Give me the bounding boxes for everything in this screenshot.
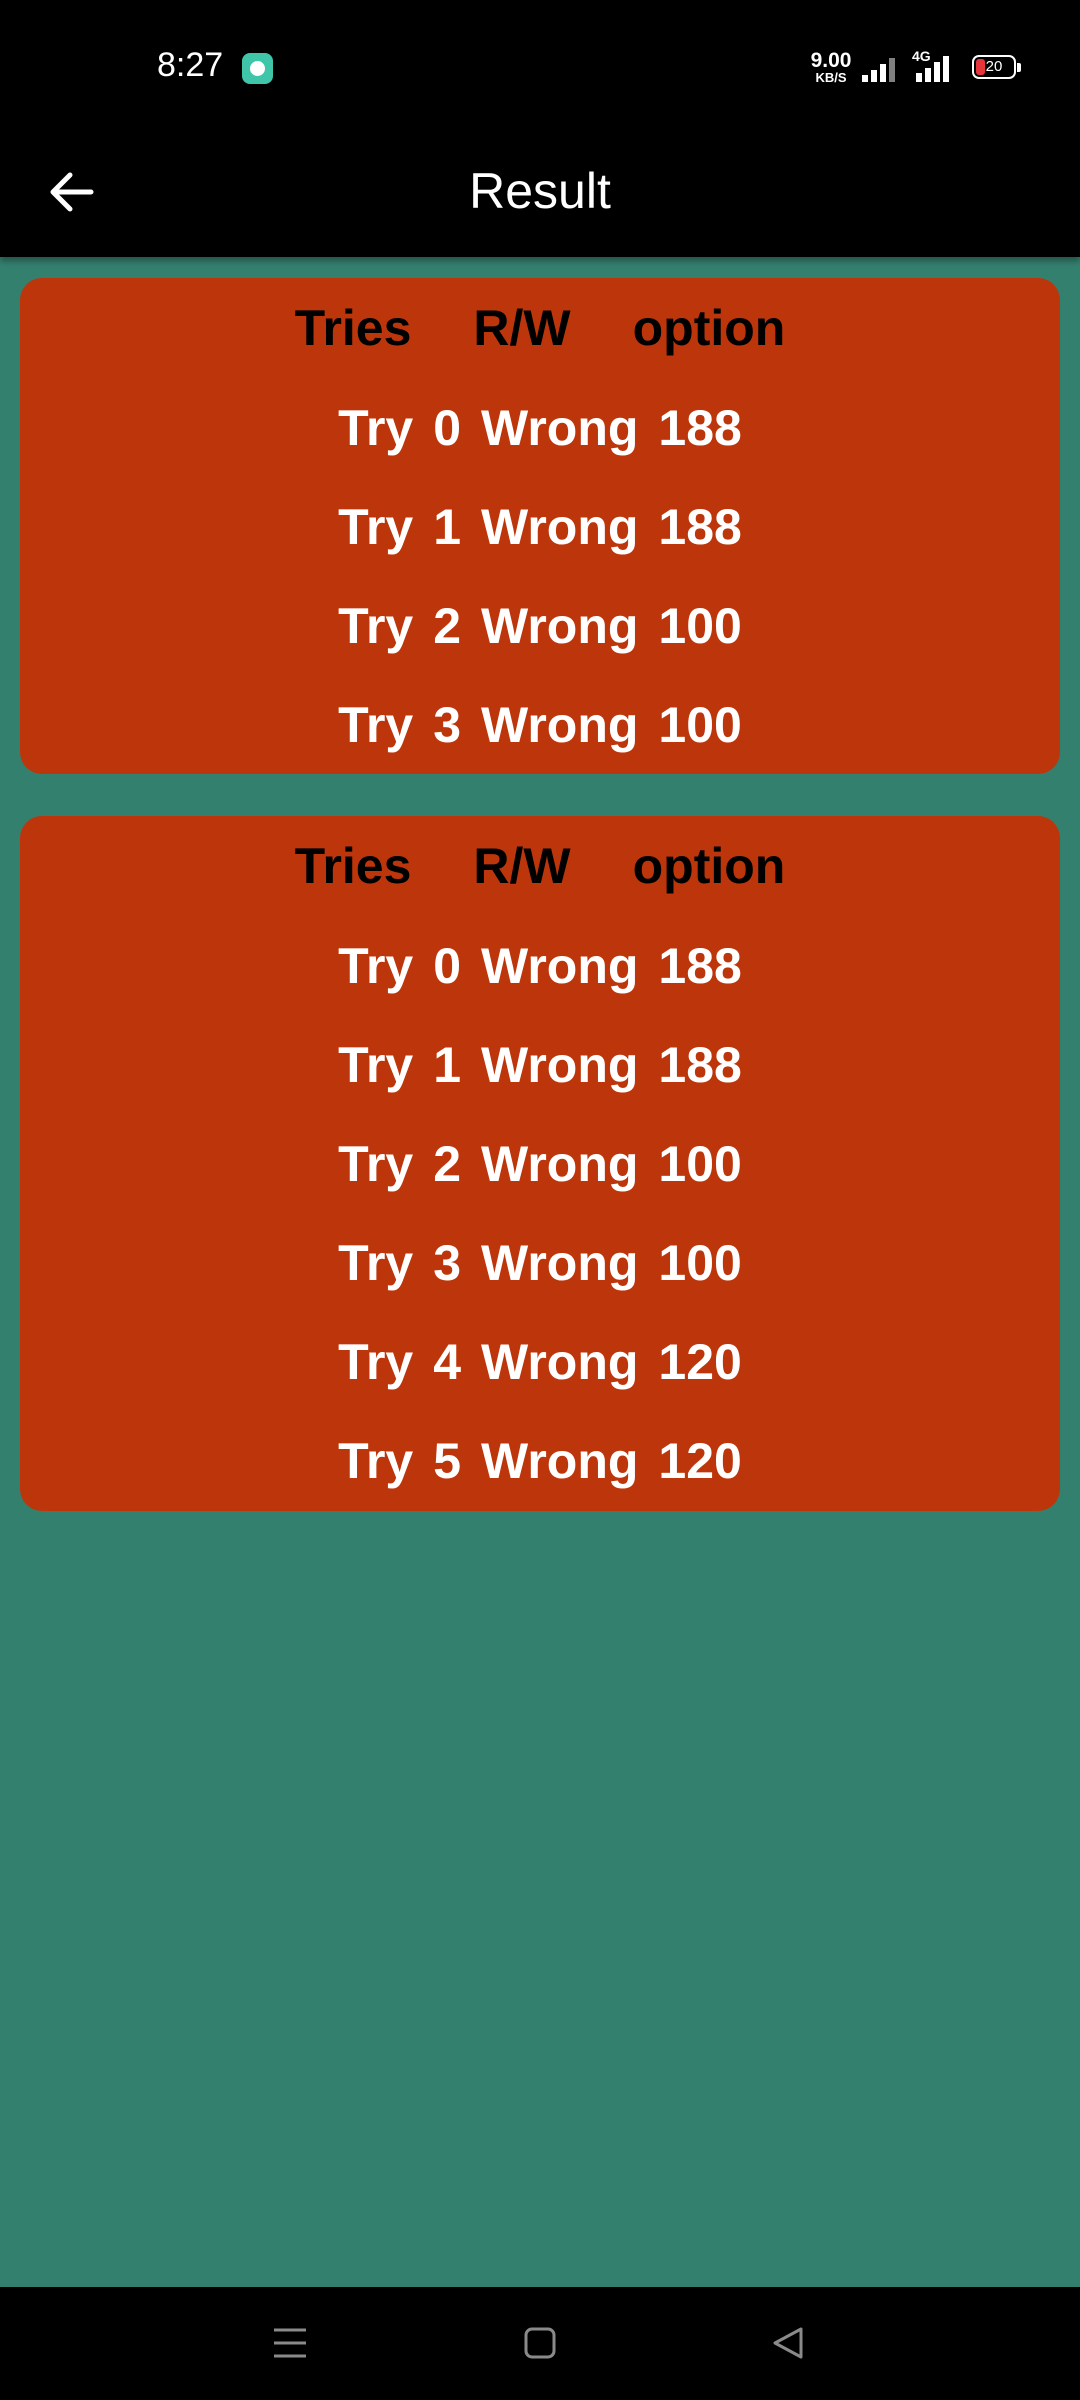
try-number: 0	[433, 400, 462, 456]
try-row: Try 3 Wrong 100	[20, 675, 1060, 775]
try-number: 0	[433, 938, 462, 994]
option-value: 100	[658, 1235, 742, 1291]
mobile-data-signal-icon: 4G	[912, 48, 949, 82]
try-row: Try 5 Wrong 120	[20, 1411, 1060, 1511]
try-number: 3	[433, 697, 462, 753]
result-label: Wrong	[481, 1235, 639, 1291]
recent-apps-button[interactable]	[260, 2313, 320, 2373]
system-back-button[interactable]	[758, 2313, 818, 2373]
try-row: Try 1 Wrong 188	[20, 1015, 1060, 1115]
result-card: Tries R/W option Try 0 Wrong 188 Try 1 Wrong 188…	[20, 278, 1060, 774]
try-row: Try 2 Wrong 100	[20, 1114, 1060, 1214]
try-row: Try 2 Wrong 100	[20, 576, 1060, 676]
header-rw: R/W	[473, 300, 571, 356]
result-label: Wrong	[481, 1037, 639, 1093]
menu-icon	[274, 2328, 306, 2358]
home-icon	[524, 2327, 556, 2359]
network-speed-value: 9.00	[810, 49, 852, 72]
signal-strength-icon	[862, 54, 898, 82]
chat-app-notification-icon	[242, 53, 273, 84]
header-tries: Tries	[294, 300, 412, 356]
result-label: Wrong	[481, 938, 639, 994]
result-label: Wrong	[481, 1433, 639, 1489]
try-row: Try 4 Wrong 120	[20, 1312, 1060, 1412]
try-row: Try 0 Wrong 188	[20, 378, 1060, 478]
header-rw: R/W	[473, 838, 571, 894]
try-label: Try	[338, 1235, 414, 1291]
network-speed-unit: KB/S	[815, 70, 847, 85]
try-number: 1	[433, 499, 462, 555]
result-label: Wrong	[481, 697, 639, 753]
try-label: Try	[338, 1433, 414, 1489]
try-number: 2	[433, 1136, 462, 1192]
try-label: Try	[338, 938, 414, 994]
result-screen: 8:27 9.00 KB/S 4G 20 Result Tries R/W op…	[0, 0, 1080, 2400]
result-label: Wrong	[481, 598, 639, 654]
card-header-row: Tries R/W option	[20, 816, 1060, 916]
option-value: 120	[658, 1334, 742, 1390]
try-number: 5	[433, 1433, 462, 1489]
try-label: Try	[338, 697, 414, 753]
card-header-row: Tries R/W option	[20, 278, 1060, 378]
result-label: Wrong	[481, 1334, 639, 1390]
option-value: 188	[658, 400, 742, 456]
try-row: Try 1 Wrong 188	[20, 477, 1060, 577]
try-number: 3	[433, 1235, 462, 1291]
home-button[interactable]	[510, 2313, 570, 2373]
option-value: 188	[658, 499, 742, 555]
app-bar: Result	[0, 134, 1080, 257]
option-value: 120	[658, 1433, 742, 1489]
header-option: option	[632, 300, 786, 356]
status-bar: 8:27 9.00 KB/S 4G 20	[0, 0, 1080, 134]
try-row: Try 3 Wrong 100	[20, 1213, 1060, 1313]
network-speed: 9.00 KB/S	[806, 50, 856, 84]
option-value: 100	[658, 697, 742, 753]
result-card: Tries R/W option Try 0 Wrong 188 Try 1 Wrong 188…	[20, 816, 1060, 1511]
network-type: 4G	[912, 48, 931, 64]
battery-icon: 20	[972, 55, 1021, 79]
try-label: Try	[338, 1136, 414, 1192]
try-label: Try	[338, 1334, 414, 1390]
battery-level: 20	[985, 58, 1003, 75]
result-label: Wrong	[481, 400, 639, 456]
system-navigation-bar	[0, 2287, 1080, 2400]
try-number: 1	[433, 1037, 462, 1093]
option-value: 188	[658, 1037, 742, 1093]
result-label: Wrong	[481, 1136, 639, 1192]
try-label: Try	[338, 499, 414, 555]
result-label: Wrong	[481, 499, 639, 555]
header-option: option	[632, 838, 786, 894]
page-title: Result	[469, 163, 611, 219]
option-value: 100	[658, 1136, 742, 1192]
option-value: 188	[658, 938, 742, 994]
back-triangle-icon	[773, 2327, 803, 2359]
status-time: 8:27	[157, 46, 224, 84]
try-number: 2	[433, 598, 462, 654]
option-value: 100	[658, 598, 742, 654]
header-tries: Tries	[294, 838, 412, 894]
try-label: Try	[338, 598, 414, 654]
try-row: Try 0 Wrong 188	[20, 916, 1060, 1016]
try-number: 4	[433, 1334, 462, 1390]
try-label: Try	[338, 1037, 414, 1093]
try-label: Try	[338, 400, 414, 456]
